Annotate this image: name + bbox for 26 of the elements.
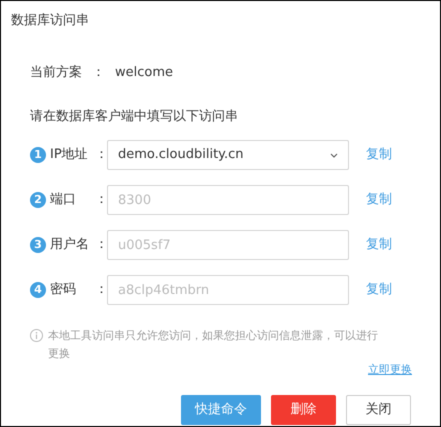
colon: ： xyxy=(92,64,105,82)
step-number: 3 xyxy=(30,237,46,253)
dialog-title: 数据库访问串 xyxy=(10,12,90,30)
address-select[interactable]: demo.cloudbility.cn xyxy=(107,140,349,170)
colon: ： xyxy=(95,146,107,164)
notice-text: 本地工具访问串只允许您访问，如果您担心访问信息泄露，可以进行更换 xyxy=(48,328,379,362)
field-label: IP地址 xyxy=(50,146,89,164)
scheme-label: 当前方案 xyxy=(30,64,82,82)
colon: ： xyxy=(95,191,107,210)
dialog-button[interactable]: 删除 xyxy=(271,395,336,425)
field-label: 用户名 xyxy=(50,236,90,254)
field-label: 密码 xyxy=(50,281,77,300)
step-number: 4 xyxy=(30,282,46,298)
scheme-value: welcome xyxy=(115,64,174,82)
step-number: 1 xyxy=(30,147,46,163)
field-label: 端口 xyxy=(50,191,77,210)
instruction-text: 请在数据库客户端中填写以下访问串 xyxy=(29,108,239,126)
dialog-button[interactable]: 快捷命令 xyxy=(181,395,261,425)
info-icon xyxy=(30,329,43,342)
dialog-button[interactable]: 关闭 xyxy=(346,395,411,425)
step-number: 2 xyxy=(30,192,46,208)
copy-link[interactable]: 复制 xyxy=(366,145,392,165)
colon: ： xyxy=(95,281,107,300)
colon: ： xyxy=(95,236,107,254)
replace-now-link[interactable]: 立即更换 xyxy=(368,363,412,377)
chevron-down-icon xyxy=(330,152,338,158)
